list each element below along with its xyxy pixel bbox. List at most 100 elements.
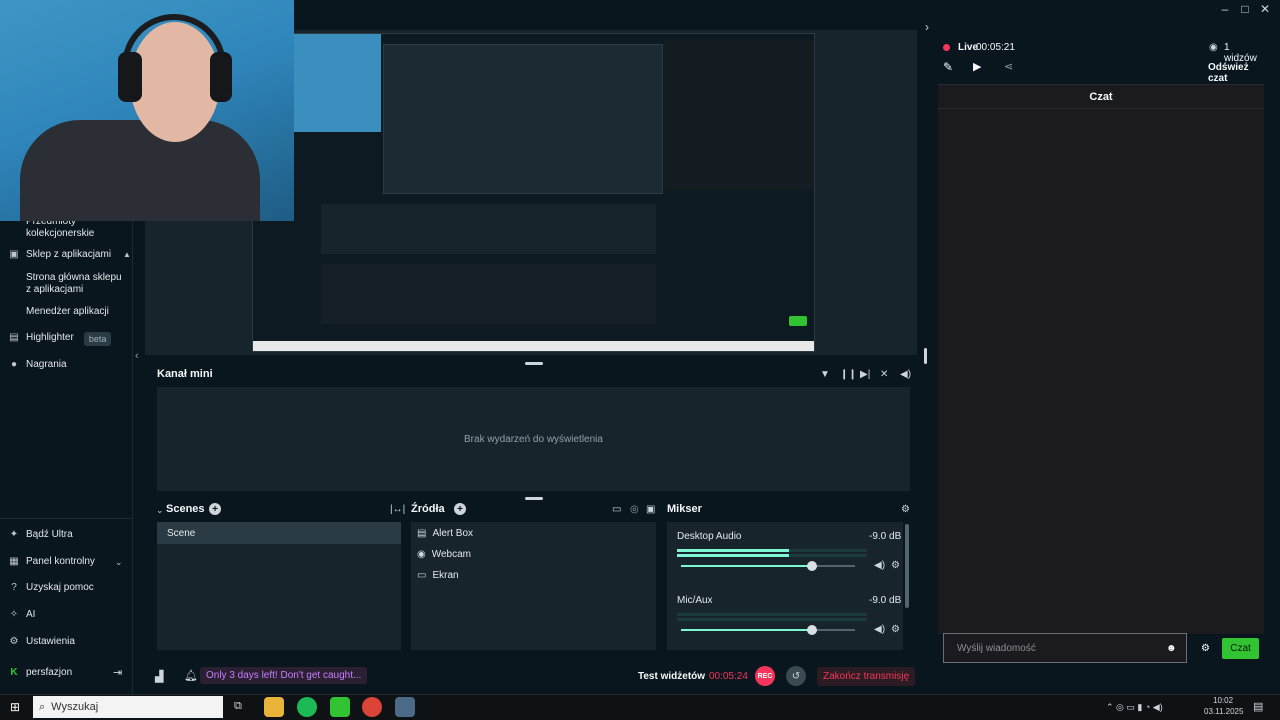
eye-icon: ◉ <box>1209 42 1218 53</box>
source-label: Webcam <box>431 549 472 560</box>
clock-date: 03.11.2025 <box>1204 707 1244 716</box>
nested-preview <box>383 44 663 194</box>
mute-alerts-icon[interactable]: ✕ <box>880 369 888 380</box>
edit-icon[interactable]: ✎ <box>943 60 953 74</box>
sidebar-item-label: Sklep z aplikacjami <box>26 249 112 260</box>
pause-icon[interactable]: ❙❙ <box>840 369 857 380</box>
collapse-scenes-icon[interactable]: ⌄ <box>156 505 164 516</box>
sidebar-item-highlighter[interactable]: ▤ Highlighter beta <box>8 332 112 346</box>
nested-taskbar <box>253 341 814 351</box>
search-icon: ⌕ <box>39 700 46 713</box>
live-timer: 00:05:21 <box>976 42 1015 53</box>
task-view-icon[interactable]: ⧉ <box>234 700 242 713</box>
channel-name: Mic/Aux <box>677 595 713 606</box>
chat-settings-icon[interactable]: ⚙ <box>1201 643 1210 654</box>
screen-icon: ▭ <box>417 570 427 581</box>
spotify-icon[interactable] <box>297 697 317 717</box>
mixer-scrollbar[interactable] <box>905 524 909 608</box>
nested-minifeed <box>321 204 656 254</box>
add-scene-icon[interactable]: + <box>209 503 221 515</box>
end-stream-button[interactable]: Zakończ transmisję <box>817 667 916 686</box>
volume-icon[interactable]: ◀) <box>900 369 911 380</box>
notifications-icon[interactable]: 🔔︎ <box>184 669 198 682</box>
collapse-icon[interactable]: ‹ <box>135 350 139 362</box>
add-source-icon[interactable]: + <box>454 503 466 515</box>
chat-title: Czat <box>1089 90 1113 103</box>
notification-center-icon[interactable]: ▤ <box>1253 700 1263 713</box>
skip-icon[interactable]: ▶| <box>860 369 870 380</box>
volume-slider-knob[interactable] <box>807 625 817 635</box>
taskbar-search-label: Wyszukaj <box>51 701 99 713</box>
share-icon[interactable]: ⋖ <box>1004 60 1013 73</box>
stream-preview[interactable] <box>252 33 815 352</box>
source-group-icon[interactable]: ▣ <box>646 504 655 515</box>
minimize-icon[interactable]: – <box>1215 0 1235 18</box>
sidebar-item-recordings[interactable]: ● Nagrania <box>8 359 67 371</box>
sidebar-item-ai[interactable]: ✧ AI <box>8 609 36 621</box>
footer: ▟ 🔔︎ Only 3 days left! Don't get caught.… <box>145 662 917 692</box>
person-shirt <box>20 120 260 221</box>
logout-icon[interactable]: ⇥ <box>113 666 122 679</box>
sidebar-user[interactable]: K persfazjon <box>8 667 72 679</box>
windows-start-icon[interactable]: ⊞ <box>10 700 20 714</box>
channel-name: Desktop Audio <box>677 531 742 542</box>
volume-slider-fill <box>681 565 812 567</box>
speaker-icon[interactable]: ◀) <box>874 560 885 571</box>
list-item[interactable]: Scene <box>157 522 401 544</box>
sidebar-item-label: Highlighter <box>26 332 74 343</box>
channel-settings-icon[interactable]: ⚙ <box>891 560 900 571</box>
list-item[interactable]: ▭ Ekran <box>417 570 459 581</box>
store-icon: ▣ <box>9 249 19 260</box>
close-icon[interactable]: ✕ <box>1255 0 1275 18</box>
chat-box: Czat <box>938 84 1264 634</box>
sidebar-item-help[interactable]: ? Uzyskaj pomoc <box>8 582 94 594</box>
source-lock-icon[interactable]: ◎ <box>630 504 639 515</box>
channel-settings-icon[interactable]: ⚙ <box>891 624 900 635</box>
resize-handle[interactable] <box>525 362 543 365</box>
sidebar-item-label: Ustawienia <box>26 636 75 647</box>
sources-list: ▤ Alert Box ◉ Webcam ▭ Ekran <box>411 522 656 650</box>
streamlabs-icon[interactable] <box>395 697 415 717</box>
scene-transition-icon[interactable]: |↔| <box>390 504 405 515</box>
sidebar-item-app-store[interactable]: ▣ Sklep z aplikacjami ▲ <box>8 249 131 261</box>
chat-input[interactable]: Wyślij wiadomość <box>943 633 1187 663</box>
stats-icon[interactable]: ▟ <box>155 670 163 683</box>
volume-slider-knob[interactable] <box>807 561 817 571</box>
refresh-chat[interactable]: Odśwież czat <box>1208 62 1265 84</box>
replay-icon[interactable]: ↺ <box>786 666 806 686</box>
mixer-settings-icon[interactable]: ⚙ <box>901 504 910 515</box>
volume-slider-fill <box>681 629 812 631</box>
sidebar-item-dashboard[interactable]: ▦ Panel kontrolny ⌄ <box>8 556 122 568</box>
list-item[interactable]: ◉ Webcam <box>417 549 471 560</box>
minifeed-panel: Brak wydarzeń do wyświetlenia <box>157 387 910 491</box>
maximize-icon[interactable]: □ <box>1235 0 1255 18</box>
file-explorer-icon[interactable] <box>264 697 284 717</box>
speaker-icon[interactable]: ◀) <box>874 624 885 635</box>
chrome-icon[interactable] <box>362 697 382 717</box>
sidebar-item-settings[interactable]: ⚙ Ustawienia <box>8 636 75 648</box>
test-widgets[interactable]: Test widżetów <box>638 671 705 682</box>
rec-button[interactable]: REC <box>755 666 775 686</box>
resize-handle[interactable] <box>924 348 927 364</box>
nested-send <box>789 316 807 326</box>
user-name: persfazjon <box>26 667 73 678</box>
emoji-icon[interactable]: ☻ <box>1166 643 1177 654</box>
chat-send-button[interactable]: Czat <box>1222 638 1259 659</box>
sidebar-item-ultra[interactable]: ✦ Bądź Ultra <box>8 529 73 541</box>
audio-meter <box>677 618 867 621</box>
tray-icons[interactable]: ⌃ ◎ ▭ ▮ ◔ ◀) <box>1106 702 1163 713</box>
mixer-panel: Desktop Audio -9.0 dB ◀) ⚙ Mic/Aux -9.0 … <box>667 522 903 650</box>
gear-icon: ⚙ <box>9 636 19 647</box>
resize-handle[interactable] <box>525 497 543 500</box>
chevron-right-icon[interactable]: › <box>921 20 933 34</box>
source-folder-icon[interactable]: ▭ <box>612 504 621 515</box>
kick-app-icon[interactable] <box>330 697 350 717</box>
sidebar-item-store-home[interactable]: Strona główna sklepu z aplikacjami <box>8 272 126 296</box>
ultra-icon: ✦ <box>9 529 19 540</box>
list-item[interactable]: ▤ Alert Box <box>417 528 473 539</box>
taskbar-search[interactable]: ⌕ Wyszukaj <box>33 696 223 718</box>
sidebar-item-app-manager[interactable]: Menedżer aplikacji <box>8 306 109 318</box>
filter-icon[interactable]: ▼ <box>820 369 830 380</box>
promo-banner[interactable]: Only 3 days left! Don't get caught... <box>200 667 368 684</box>
clip-icon[interactable]: ▶ <box>973 60 981 73</box>
